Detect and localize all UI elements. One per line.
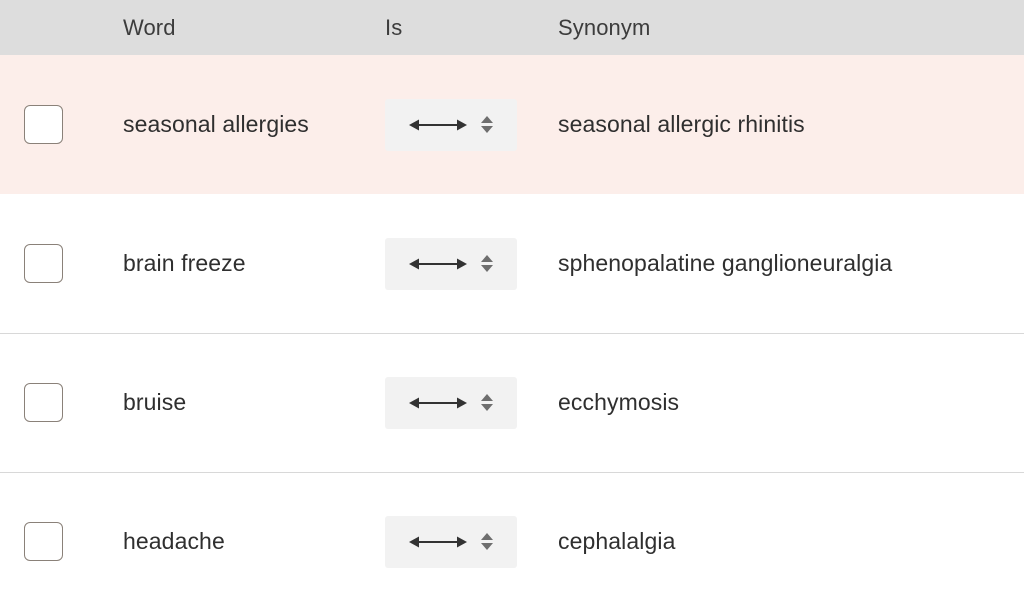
row-checkbox[interactable]	[24, 383, 63, 422]
two-way-arrow-icon	[409, 397, 467, 408]
header-word-column: Word	[123, 15, 385, 41]
row-word-cell: bruise	[123, 389, 385, 416]
synonym-text: seasonal allergic rhinitis	[558, 111, 805, 137]
column-header-word: Word	[123, 14, 176, 40]
word-text: seasonal allergies	[123, 111, 309, 137]
table-row[interactable]: bruise ecchymosis	[0, 333, 1024, 472]
two-way-arrow-icon	[409, 536, 467, 547]
chevron-up-icon	[481, 255, 493, 262]
word-text: bruise	[123, 389, 187, 415]
row-checkbox[interactable]	[24, 105, 63, 144]
row-checkbox[interactable]	[24, 244, 63, 283]
row-relation-cell	[385, 376, 558, 429]
table-row[interactable]: headache cephalalgia	[0, 472, 1024, 611]
select-stepper-icon	[481, 255, 493, 272]
row-synonym-cell: sphenopalatine ganglioneuralgia	[558, 250, 1024, 277]
table-row[interactable]: brain freeze sphenopalatine ganglioneura…	[0, 194, 1024, 333]
chevron-up-icon	[481, 116, 493, 123]
chevron-down-icon	[481, 126, 493, 133]
relation-select[interactable]	[385, 237, 517, 290]
select-stepper-icon	[481, 533, 493, 550]
table-row[interactable]: seasonal allergies seasonal allergic rhi…	[0, 55, 1024, 194]
row-synonym-cell: ecchymosis	[558, 389, 1024, 416]
synonym-text: cephalalgia	[558, 528, 676, 554]
table-header-row: Word Is Synonym	[0, 0, 1024, 55]
select-stepper-icon	[481, 394, 493, 411]
row-synonym-cell: seasonal allergic rhinitis	[558, 111, 1024, 138]
chevron-up-icon	[481, 394, 493, 401]
row-select-cell	[0, 105, 123, 144]
column-header-synonym: Synonym	[558, 14, 651, 40]
chevron-up-icon	[481, 533, 493, 540]
synonym-text: ecchymosis	[558, 389, 680, 415]
word-text: headache	[123, 528, 225, 554]
row-select-cell	[0, 383, 123, 422]
row-synonym-cell: cephalalgia	[558, 528, 1024, 555]
row-select-cell	[0, 522, 123, 561]
word-text: brain freeze	[123, 250, 246, 276]
relation-select[interactable]	[385, 515, 517, 568]
chevron-down-icon	[481, 404, 493, 411]
row-relation-cell	[385, 98, 558, 151]
header-synonym-column: Synonym	[558, 15, 1024, 41]
row-relation-cell	[385, 515, 558, 568]
synonym-table: Word Is Synonym seasonal allergies seaso…	[0, 0, 1024, 611]
synonym-text: sphenopalatine ganglioneuralgia	[558, 250, 893, 276]
row-checkbox[interactable]	[24, 522, 63, 561]
relation-select[interactable]	[385, 98, 517, 151]
row-word-cell: brain freeze	[123, 250, 385, 277]
row-word-cell: seasonal allergies	[123, 111, 385, 138]
row-word-cell: headache	[123, 528, 385, 555]
column-header-is: Is	[385, 14, 403, 40]
two-way-arrow-icon	[409, 258, 467, 269]
two-way-arrow-icon	[409, 119, 467, 130]
row-select-cell	[0, 244, 123, 283]
chevron-down-icon	[481, 265, 493, 272]
relation-select[interactable]	[385, 376, 517, 429]
select-stepper-icon	[481, 116, 493, 133]
row-relation-cell	[385, 237, 558, 290]
chevron-down-icon	[481, 543, 493, 550]
header-is-column: Is	[385, 15, 558, 41]
